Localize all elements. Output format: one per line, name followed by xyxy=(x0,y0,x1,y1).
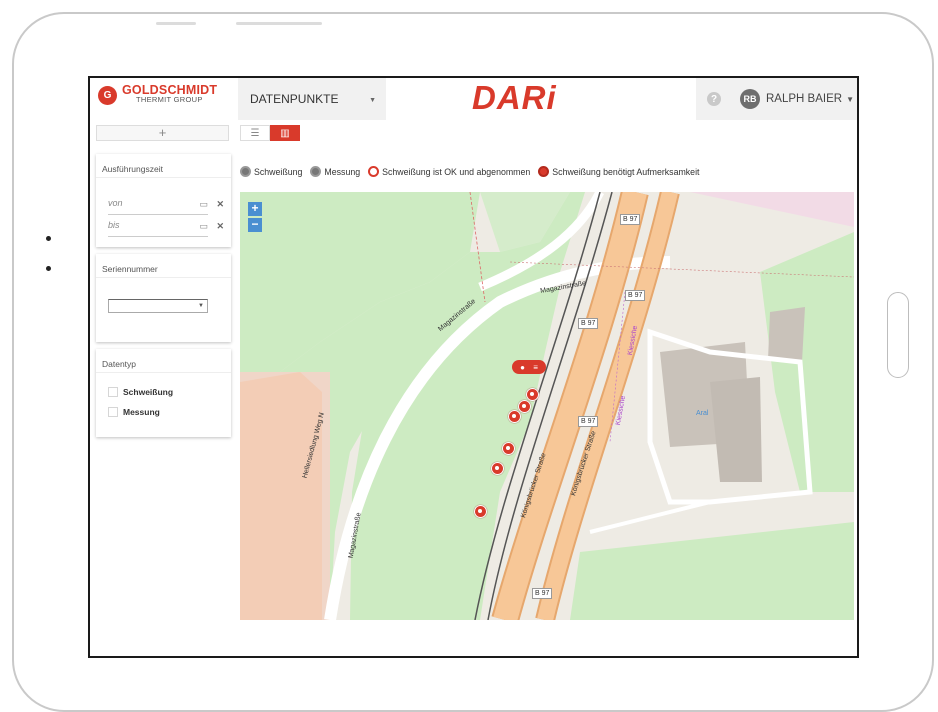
data-type-panel: Datentyp Schweißung Messung xyxy=(96,349,231,437)
app-header: G GOLDSCHMIDT THERMIT GROUP DATENPUNKTE … xyxy=(90,78,857,120)
chevron-down-icon: ▼ xyxy=(198,303,204,309)
panel-title: Datentyp xyxy=(96,349,231,373)
company-logo[interactable]: G GOLDSCHMIDT THERMIT GROUP xyxy=(98,83,218,105)
legend-label: Schweißung xyxy=(254,166,303,177)
view-toggle: ☰ ▥ xyxy=(240,125,300,141)
date-from-placeholder: von xyxy=(108,198,123,208)
road-shield: B 97 xyxy=(578,416,599,427)
welding-marker[interactable] xyxy=(502,442,515,455)
legend-item-welding: Schweißung xyxy=(240,166,302,177)
welding-marker[interactable] xyxy=(474,505,487,518)
calendar-icon[interactable]: ▭ xyxy=(199,221,208,232)
caret-down-icon: ▼ xyxy=(846,94,854,104)
module-select-value: DATENPUNKTE xyxy=(250,92,339,106)
road-shield: B 97 xyxy=(620,214,641,225)
serial-number-panel: Seriennummer ▼ xyxy=(96,254,231,342)
help-icon: ? xyxy=(707,92,721,106)
zoom-in-button[interactable]: + xyxy=(248,202,262,216)
legend-label: Messung xyxy=(324,166,361,177)
sensor-dot xyxy=(46,266,51,271)
option-label: Messung xyxy=(123,407,160,417)
user-menu[interactable]: RB RALPH BAIER ▼ xyxy=(732,78,857,120)
list-icon: ☰ xyxy=(250,127,260,139)
power-button xyxy=(236,22,322,25)
road-shield: B 97 xyxy=(625,290,646,301)
panel-title: Seriennummer xyxy=(96,254,231,278)
map-view-button[interactable]: ▥ xyxy=(270,125,300,141)
legend-item-attention: Schweißung benötigt Aufmerksamkeit xyxy=(538,166,699,177)
legend-label: Schweißung benötigt Aufmerksamkeit xyxy=(552,166,700,177)
date-to-field[interactable]: bis ▭ ✕ xyxy=(108,220,224,237)
volume-button xyxy=(156,22,196,25)
panel-title: Ausführungszeit xyxy=(96,154,231,178)
user-name: RALPH BAIER xyxy=(766,93,843,105)
map-tiles xyxy=(240,192,854,620)
map-label: Aral xyxy=(696,410,709,417)
welding-icon xyxy=(240,166,251,177)
app-screen: G GOLDSCHMIDT THERMIT GROUP DATENPUNKTE … xyxy=(88,76,859,658)
calendar-icon[interactable]: ▭ xyxy=(199,199,208,210)
map-icon: ▥ xyxy=(280,127,290,139)
add-button[interactable]: + xyxy=(96,125,229,141)
welding-ok-icon xyxy=(368,166,380,177)
welding-marker[interactable] xyxy=(491,462,504,475)
map-legend: Schweißung Messung Schweißung ist OK und… xyxy=(240,166,707,177)
road-shield: B 97 xyxy=(578,318,599,329)
avatar: RB xyxy=(740,89,760,109)
checkbox[interactable] xyxy=(108,387,118,397)
brand-logo: DARi xyxy=(472,79,557,116)
module-select[interactable]: DATENPUNKTE ▼ xyxy=(238,78,386,120)
welding-marker[interactable] xyxy=(518,400,531,413)
logo-icon: G xyxy=(98,85,117,105)
serial-number-select[interactable]: ▼ xyxy=(108,299,208,313)
map-view[interactable]: + − Magazinstraße Magazinstraße Magazins… xyxy=(240,192,854,620)
measurement-icon xyxy=(310,166,322,177)
option-label: Schweißung xyxy=(123,387,174,397)
welding-attention-icon xyxy=(538,166,550,177)
checkbox[interactable] xyxy=(108,407,118,417)
welding-icon: ● xyxy=(520,362,525,372)
date-to-placeholder: bis xyxy=(108,220,120,230)
sensor-dot xyxy=(46,236,51,241)
clear-icon[interactable]: ✕ xyxy=(216,199,224,210)
road-shield: B 97 xyxy=(532,588,553,599)
marker-cluster[interactable]: ● ≡ xyxy=(512,360,546,374)
clear-icon[interactable]: ✕ xyxy=(216,221,224,232)
measurement-icon: ≡ xyxy=(533,362,538,372)
logo-name: GOLDSCHMIDT xyxy=(122,83,218,97)
welding-marker[interactable] xyxy=(508,410,521,423)
datatype-option-welding[interactable]: Schweißung xyxy=(108,387,173,397)
legend-item-measurement: Messung xyxy=(310,166,360,177)
welding-marker[interactable] xyxy=(526,388,539,401)
legend-item-ok: Schweißung ist OK und abgenommen xyxy=(368,166,530,177)
help-button[interactable]: ? xyxy=(696,78,732,120)
legend-label: Schweißung ist OK und abgenommen xyxy=(382,166,531,177)
zoom-out-button[interactable]: − xyxy=(248,218,262,232)
execution-time-panel: Ausführungszeit von ▭ ✕ bis ▭ ✕ xyxy=(96,154,231,247)
datatype-option-measurement[interactable]: Messung xyxy=(108,407,160,417)
list-view-button[interactable]: ☰ xyxy=(240,125,270,141)
home-button[interactable] xyxy=(887,292,909,378)
date-from-field[interactable]: von ▭ ✕ xyxy=(108,198,224,215)
chevron-down-icon: ▼ xyxy=(369,97,376,104)
